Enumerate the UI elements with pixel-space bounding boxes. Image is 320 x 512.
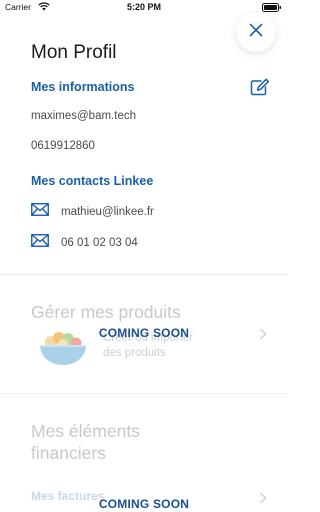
finance-coming-soon-badge: COMING SOON <box>98 497 190 511</box>
mail-icon <box>31 234 49 252</box>
close-icon <box>249 23 263 42</box>
contact-email: mathieu@linkee.fr <box>61 206 154 218</box>
contact-phone-row[interactable]: 06 01 02 03 04 <box>31 234 138 252</box>
chevron-right-icon <box>259 491 267 509</box>
finance-section-title: Mes éléments financiers <box>31 421 140 463</box>
contacts-section-header: Mes contacts Linkee <box>31 174 154 188</box>
contact-phone: 06 01 02 03 04 <box>61 237 138 249</box>
chevron-right-icon <box>259 327 267 345</box>
products-section-title: Gérer mes produits <box>31 302 181 322</box>
close-button[interactable] <box>236 12 276 52</box>
divider <box>0 274 288 275</box>
status-time: 5:20 PM <box>126 2 161 12</box>
battery-icon <box>262 3 282 14</box>
status-bar: Carrier 5:20 PM <box>0 0 288 14</box>
user-phone: 0619912860 <box>31 140 95 152</box>
user-email: maximes@bam.tech <box>31 110 136 122</box>
products-coming-soon-badge: COMING SOON <box>98 326 190 340</box>
info-section-header: Mes informations <box>31 80 135 94</box>
contact-email-row[interactable]: mathieu@linkee.fr <box>31 203 154 221</box>
divider <box>0 393 288 394</box>
mail-icon <box>31 203 49 221</box>
edit-icon[interactable] <box>250 78 270 101</box>
page-title: Mon Profil <box>31 42 117 63</box>
